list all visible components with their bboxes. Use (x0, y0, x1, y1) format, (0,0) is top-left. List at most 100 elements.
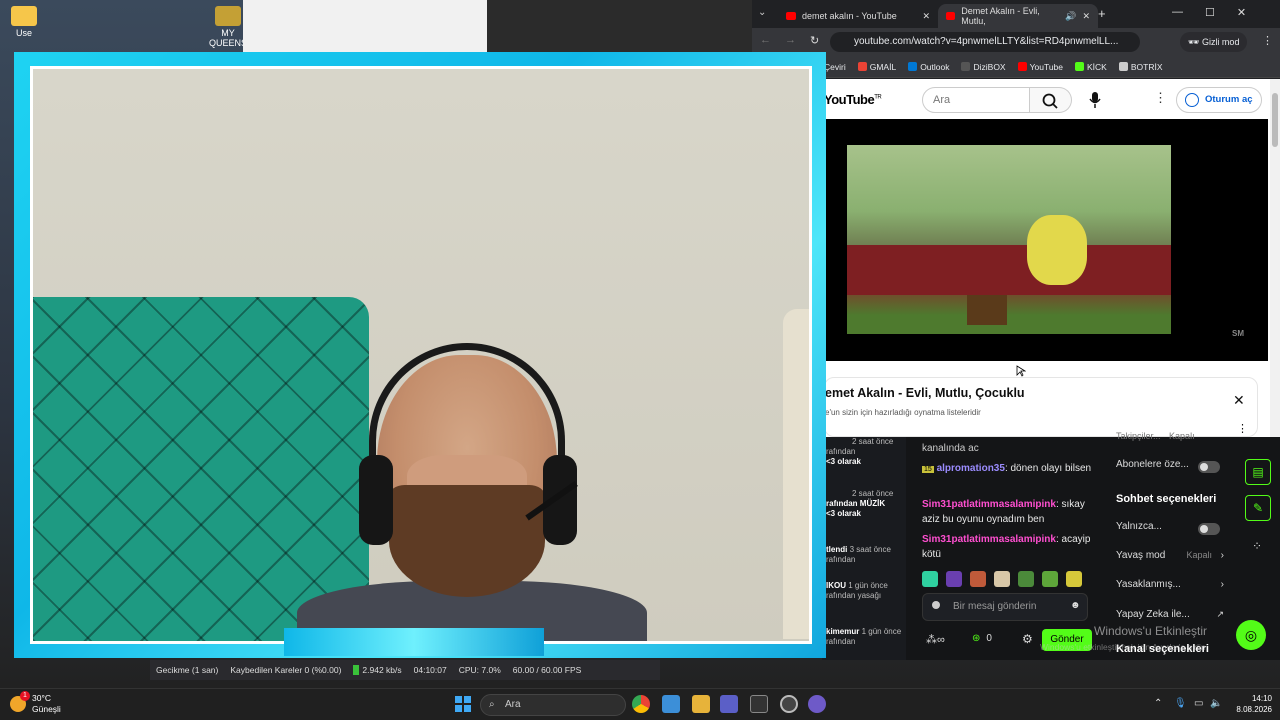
setting-banned[interactable]: Yasaklanmış... › (1116, 579, 1230, 595)
video-scene-box (967, 295, 1007, 325)
system-clock[interactable]: 14:10 8.08.2026 (1220, 693, 1272, 715)
menu-dots-icon[interactable]: ⋮ (1262, 34, 1273, 47)
speaker-icon: 🔊 (1065, 10, 1077, 21)
url-field[interactable]: youtube.com/watch?v=4pnwmelLLTY&list=RD4… (830, 32, 1140, 52)
close-tab-icon[interactable]: ✕ (1082, 11, 1090, 22)
tab-youtube-search[interactable]: demet akalın - YouTube ✕ (778, 4, 938, 28)
forward-icon[interactable]: → (785, 34, 796, 47)
scrollbar-thumb[interactable] (1272, 93, 1278, 147)
emote-icon[interactable] (946, 571, 962, 587)
setting-ai[interactable]: Yapay Zeka ile... ↗ (1116, 609, 1230, 625)
youtube-header: YouTubeTR Ara ⋮ Oturum aç (824, 79, 1270, 119)
video-title[interactable]: emet Akalın - Evli, Mutlu, Çocuklu (825, 386, 1025, 400)
incognito-icon: 🕶 (1188, 37, 1202, 47)
app-icon[interactable] (662, 695, 680, 713)
taskbar-search-input[interactable]: ⌕ Ara (480, 694, 626, 716)
emote-icon[interactable] (970, 571, 986, 587)
setting-only[interactable]: Yalnızca... (1116, 521, 1230, 537)
more-options-icon[interactable]: ⋮ (1154, 90, 1167, 106)
setting-followers[interactable]: Takipçiler... Kapalı (1116, 431, 1195, 447)
clock-time: 14:10 (1251, 694, 1272, 703)
video-player[interactable]: SM (824, 119, 1268, 361)
chat-username[interactable]: Sim31patlatimmasalamipink (922, 534, 1056, 545)
teams-icon[interactable] (720, 695, 738, 713)
tab-search-icon[interactable]: ⌄ (758, 7, 774, 21)
app-icon[interactable] (808, 695, 826, 713)
weather-widget[interactable]: 1 30°C Güneşli (10, 691, 61, 715)
points-icon[interactable]: ⁂∞ (926, 633, 945, 646)
event-text: rafından MÜZİK (826, 499, 886, 508)
bookmark-botrix[interactable]: BOTRİX (1118, 62, 1163, 72)
chrome-icon[interactable] (632, 695, 650, 713)
chat-username[interactable]: Sim31patlatimmasalamipink (922, 499, 1056, 510)
wrench-icon[interactable]: ✎ (1245, 495, 1271, 521)
new-tab-button[interactable]: + (1098, 6, 1106, 21)
reload-icon[interactable]: ↻ (810, 34, 819, 47)
event-item[interactable]: kimemur 1 gün önce rafından (826, 627, 901, 647)
signin-label: Oturum aç (1205, 94, 1253, 105)
obs-icon[interactable] (780, 695, 798, 713)
viewer-counter: ⊛ 0 (972, 633, 992, 644)
emote-icon[interactable] (994, 571, 1010, 587)
event-item[interactable]: tlendi 3 saat önce rafından (826, 545, 891, 565)
event-text: rafından (826, 447, 856, 456)
toggle-switch[interactable] (1198, 523, 1220, 535)
chevron-up-icon[interactable]: ⌃ (1154, 698, 1162, 709)
desktop-icon-label: Use (15, 28, 32, 38)
mic-icon[interactable]: 🎙 (1174, 698, 1187, 709)
gear-icon[interactable]: ⚙ (1022, 632, 1033, 646)
network-icon[interactable]: ▭ (1194, 698, 1203, 709)
microphone-icon[interactable] (1088, 91, 1102, 109)
emote-icon[interactable] (1066, 571, 1082, 587)
page-scrollbar[interactable] (1270, 79, 1280, 437)
minimize-icon[interactable]: — (1172, 6, 1183, 19)
emoji-icon[interactable]: ☻ (1070, 600, 1081, 611)
event-item[interactable]: 2 saat önce rafından MÜZİK <3 olarak (826, 489, 893, 519)
bookmark-label: Çeviri (824, 61, 846, 72)
maximize-icon[interactable]: ☐ (1205, 6, 1215, 19)
close-tab-icon[interactable]: ✕ (922, 11, 930, 22)
support-chat-icon[interactable]: ◎ (1236, 620, 1266, 650)
setting-slow-mode[interactable]: Yavaş mod Kapalı › (1116, 550, 1230, 566)
youtube-logo[interactable]: YouTubeTR (824, 92, 882, 107)
logo-region: TR (874, 94, 882, 101)
close-window-icon[interactable]: ✕ (1237, 6, 1246, 19)
apps-icon[interactable]: ⁘ (1252, 539, 1262, 553)
event-item[interactable]: 2 saat önce rafından <3 olarak (826, 437, 893, 467)
windows-start-icon[interactable] (454, 695, 472, 713)
bookmark-youtube[interactable]: YouTube (1017, 62, 1063, 72)
bookmark-ceviri[interactable]: Çeviri (824, 62, 846, 72)
setting-subs-only[interactable]: Abonelere öze... (1116, 459, 1230, 475)
bookmark-outlook[interactable]: Outlook (908, 62, 949, 72)
bookmark-gmail[interactable]: GMAİL (857, 62, 896, 72)
signin-button[interactable]: Oturum aç (1176, 87, 1262, 113)
emote-icon[interactable] (1042, 571, 1058, 587)
chat-username[interactable]: alpromation35 (937, 463, 1005, 474)
chat-message-input[interactable]: Bir mesaj gönderin (922, 593, 1088, 621)
emote-icon[interactable] (1018, 571, 1034, 587)
search-icon: ⌕ (489, 699, 495, 710)
event-text: rafından (826, 555, 856, 564)
playlist-info-panel: emet Akalın - Evli, Mutlu, Çocuklu e'un … (824, 377, 1258, 437)
epic-games-icon[interactable] (750, 695, 768, 713)
tab-video[interactable]: Demet Akalın - Evli, Mutlu, 🔊 ✕ (938, 4, 1098, 28)
video-scene-vehicle (847, 245, 1171, 295)
toggle-switch[interactable] (1198, 461, 1220, 473)
desktop-folder-icon[interactable]: Use (0, 0, 48, 38)
address-bar-row: ← → ↻ youtube.com/watch?v=4pnwmelLLTY&li… (752, 28, 1280, 56)
close-icon[interactable]: ✕ (1233, 392, 1245, 409)
youtube-search-button[interactable] (1030, 87, 1072, 113)
bookmark-kick[interactable]: KİCK (1075, 62, 1107, 72)
youtube-search-input[interactable]: Ara (922, 87, 1030, 113)
more-options-icon[interactable]: ⋮ (1237, 422, 1248, 435)
incognito-badge[interactable]: 🕶 Gizli mod (1180, 32, 1248, 52)
obs-time: 04:10:07 (413, 665, 447, 675)
notification-badge: 1 (20, 691, 30, 701)
external-link-icon: ↗ (1216, 609, 1224, 619)
event-item[interactable]: IKOU 1 gün önce rafından yasağı (826, 581, 888, 601)
back-icon[interactable]: ← (760, 34, 771, 47)
layout-icon[interactable]: ▤ (1245, 459, 1271, 485)
emote-icon[interactable] (922, 571, 938, 587)
folder-icon[interactable] (692, 695, 710, 713)
bookmark-dizibox[interactable]: DiziBOX (961, 62, 1006, 72)
